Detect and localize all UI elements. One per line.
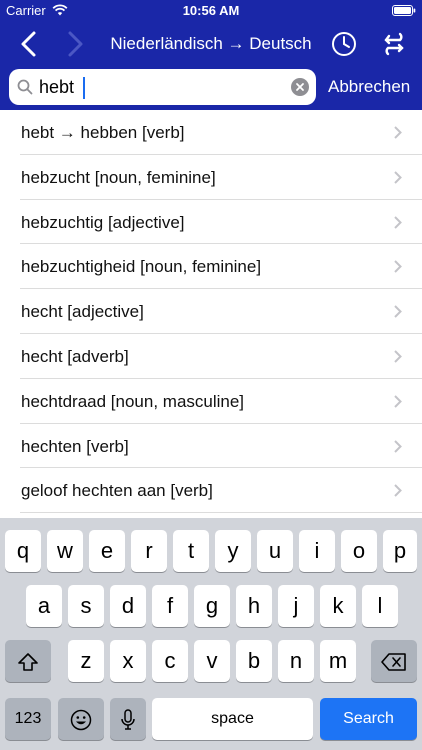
key-j[interactable]: j: [278, 585, 314, 627]
result-label: hechten [verb]: [21, 436, 129, 456]
result-label: hecht [adjective]: [21, 302, 144, 322]
numbers-key[interactable]: 123: [5, 698, 51, 740]
key-y[interactable]: y: [215, 530, 251, 572]
status-bar: Carrier 10:56 AM: [0, 0, 422, 22]
result-label: hebzuchtig [adjective]: [21, 212, 185, 232]
result-label: hebzucht [noun, feminine]: [21, 167, 216, 187]
result-label: hecht [adverb]: [21, 346, 129, 366]
key-x[interactable]: x: [110, 640, 146, 682]
clear-search-button[interactable]: [291, 78, 309, 96]
shift-key[interactable]: [5, 640, 51, 682]
key-h[interactable]: h: [236, 585, 272, 627]
result-label: hebzuchtigheid [noun, feminine]: [21, 257, 262, 277]
search-bar: Abbrechen: [0, 66, 422, 110]
cancel-button[interactable]: Abbrechen: [328, 77, 410, 97]
key-k[interactable]: k: [320, 585, 356, 627]
result-label: hechtdraad [noun, masculine]: [21, 391, 245, 411]
space-key[interactable]: space: [152, 698, 313, 740]
list-item[interactable]: hebt → hebben [verb]: [0, 110, 422, 155]
key-a[interactable]: a: [26, 585, 62, 627]
text-caret: [83, 77, 85, 99]
result-label: hebt → hebben [verb]: [21, 123, 185, 142]
key-s[interactable]: s: [68, 585, 104, 627]
dictation-key[interactable]: [110, 698, 146, 740]
shift-arrow-icon: [18, 653, 38, 671]
clear-x-icon: [296, 83, 304, 91]
chevron-right-icon: [394, 215, 402, 229]
chevron-right-icon: [394, 350, 402, 363]
key-q[interactable]: q: [5, 530, 41, 572]
search-key[interactable]: Search: [320, 698, 417, 740]
list-item[interactable]: hechtdraad [noun, masculine]: [0, 379, 422, 424]
row-divider: [20, 512, 422, 514]
battery-icon: [392, 5, 416, 16]
key-l[interactable]: l: [362, 585, 398, 627]
key-c[interactable]: c: [152, 640, 188, 682]
key-n[interactable]: n: [278, 640, 314, 682]
status-time: 10:56 AM: [182, 3, 240, 18]
results-list: hebt → hebben [verb] hebzucht [noun, fem…: [0, 110, 422, 518]
chevron-right-icon: [394, 260, 402, 274]
key-z[interactable]: z: [68, 640, 104, 682]
swap-direction-icon[interactable]: [380, 30, 408, 58]
chevron-right-icon: [394, 484, 402, 498]
emoji-smiley-icon: [70, 709, 92, 731]
microphone-icon: [121, 709, 135, 730]
list-item[interactable]: hebzuchtigheid [noun, feminine]: [0, 244, 422, 290]
list-item[interactable]: hecht [adjective]: [0, 289, 422, 334]
backspace-icon: [381, 653, 406, 671]
search-field[interactable]: [9, 69, 316, 105]
chevron-right-icon: [394, 305, 402, 318]
key-t[interactable]: t: [173, 530, 209, 572]
chevron-right-icon: [394, 439, 402, 453]
forward-chevron-icon[interactable]: [60, 28, 90, 60]
key-p[interactable]: p: [383, 530, 417, 572]
key-w[interactable]: w: [47, 530, 83, 572]
key-i[interactable]: i: [299, 530, 335, 572]
key-v[interactable]: v: [194, 640, 230, 682]
key-u[interactable]: u: [257, 530, 293, 572]
list-item[interactable]: hecht [adverb]: [0, 334, 422, 379]
search-input[interactable]: [39, 75, 289, 99]
keyboard: q w e r t y u i o p a s d f g h j k l z …: [0, 518, 422, 750]
key-d[interactable]: d: [110, 585, 146, 627]
key-r[interactable]: r: [131, 530, 167, 572]
list-item[interactable]: hebzucht [noun, feminine]: [0, 155, 422, 200]
key-g[interactable]: g: [194, 585, 230, 627]
chevron-right-icon: [394, 126, 402, 139]
key-m[interactable]: m: [320, 640, 356, 682]
history-clock-icon[interactable]: [330, 30, 358, 58]
chevron-right-icon: [394, 395, 402, 408]
result-label: geloof hechten aan [verb]: [21, 481, 213, 501]
search-icon: [17, 79, 33, 95]
key-o[interactable]: o: [341, 530, 377, 572]
header: Carrier 10:56 AM Niederländisch → Deutsc…: [0, 0, 422, 110]
back-chevron-icon[interactable]: [14, 28, 44, 60]
list-item[interactable]: hebzuchtig [adjective]: [0, 200, 422, 245]
emoji-key[interactable]: [58, 698, 104, 740]
key-b[interactable]: b: [236, 640, 272, 682]
list-item[interactable]: geloof hechten aan [verb]: [0, 468, 422, 514]
key-e[interactable]: e: [89, 530, 125, 572]
navigation-bar: Niederländisch → Deutsch: [0, 24, 422, 64]
key-f[interactable]: f: [152, 585, 188, 627]
delete-key[interactable]: [371, 640, 417, 682]
nav-title: Niederländisch → Deutsch: [110, 34, 312, 53]
chevron-right-icon: [394, 171, 402, 184]
list-item[interactable]: hechten [verb]: [0, 424, 422, 469]
